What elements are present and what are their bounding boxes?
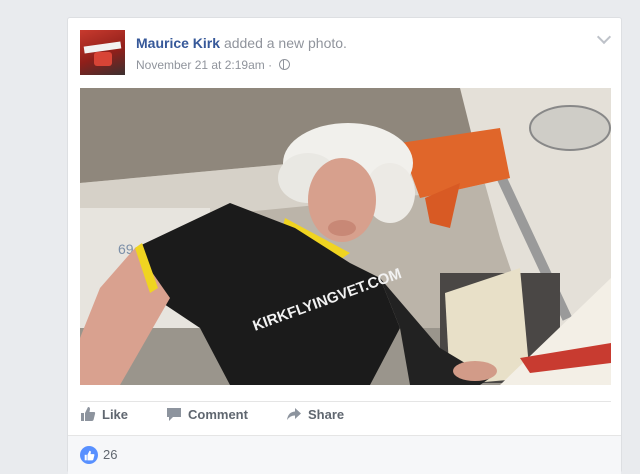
action-bar: Like Comment Share <box>80 406 611 426</box>
chevron-down-icon[interactable] <box>596 29 612 45</box>
post-card: Maurice Kirk added a new photo. November… <box>67 17 622 474</box>
globe-icon[interactable] <box>279 59 291 70</box>
thumbs-up-icon <box>81 407 96 421</box>
reaction-count[interactable]: 26 <box>103 447 117 462</box>
like-button[interactable]: Like <box>80 406 128 422</box>
like-label: Like <box>102 406 129 422</box>
author-name[interactable]: Maurice Kirk <box>136 35 220 51</box>
post-header: Maurice Kirk added a new photo. <box>136 35 347 51</box>
post-meta: November 21 at 2:19am · <box>136 58 291 72</box>
like-reaction-icon[interactable] <box>80 446 98 464</box>
divider <box>80 401 611 402</box>
avatar-plane-body <box>94 52 112 66</box>
share-label: Share <box>308 406 345 422</box>
post-photo[interactable]: 69 KIRKFLYINGVET.COM <box>80 88 611 385</box>
meta-separator: · <box>268 58 273 72</box>
reactions-bar: 26 <box>68 435 621 474</box>
post-timestamp[interactable]: November 21 at 2:19am <box>136 58 265 72</box>
comment-icon <box>167 408 181 421</box>
author-avatar[interactable] <box>80 30 125 75</box>
share-arrow-icon <box>287 408 301 420</box>
photo-illustration: 69 KIRKFLYINGVET.COM <box>80 88 611 385</box>
comment-button[interactable]: Comment <box>166 406 248 422</box>
post-action-text: added a new photo. <box>223 35 347 51</box>
share-button[interactable]: Share <box>286 406 344 422</box>
comment-label: Comment <box>188 406 248 422</box>
